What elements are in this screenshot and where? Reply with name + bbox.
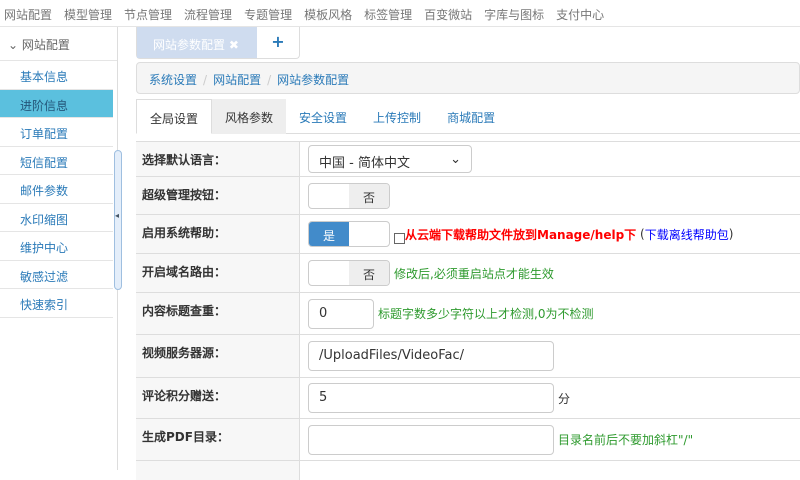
breadcrumb-item[interactable]: 系统设置 [149,73,197,87]
tab-security[interactable]: 安全设置 [286,99,360,134]
tab-upload[interactable]: 上传控制 [360,99,434,134]
hint: 目录名前后不要加斜杠"/" [558,433,694,447]
close-icon[interactable]: ✖ [229,38,239,52]
hint: 修改后,必须重启站点才能生效 [394,266,554,281]
tab-shop[interactable]: 商城配置 [434,99,508,134]
topnav-item[interactable]: 支付中心 [552,0,612,26]
label: 视频服务器源： [136,335,300,377]
topnav-item[interactable]: 网站配置 [0,0,60,26]
topnav-item[interactable]: 节点管理 [120,0,180,26]
label: 开启域名路由： [136,254,300,292]
download-help-checkbox[interactable] [394,232,405,244]
sidebar-item-advanced[interactable]: 进阶信息 [0,89,113,118]
page-tab-label: 网站参数配置 [153,38,226,52]
topnav-item[interactable]: 百变微站 [420,0,480,26]
video-server-input[interactable]: /UploadFiles/VideoFac/ [308,341,554,371]
label: 评论积分赠送： [136,378,300,418]
sidebar: ⌄ 网站配置 基本信息 进阶信息 订单配置 短信配置 邮件参数 水印缩图 维护中… [0,27,118,470]
language-select[interactable]: 中国 - 简体中文 ⌄ [308,145,472,173]
topnav-item[interactable]: 专题管理 [240,0,300,26]
label: 启用系统帮助： [136,215,300,253]
chevron-down-icon: ⌄ [8,38,22,52]
chevron-down-icon: ⌄ [450,152,461,167]
topnav-item[interactable]: 字库与图标 [480,0,552,26]
label: 超级管理按钮： [136,177,300,214]
label: 选择默认语言： [136,142,300,176]
pdf-dir-input[interactable] [308,424,554,455]
page-tabs: 网站参数配置 ✖ + [136,27,300,59]
sidebar-collapse-handle[interactable] [114,150,122,290]
sidebar-item-index[interactable]: 快速索引 [0,289,113,318]
settings-form: 选择默认语言： 中国 - 简体中文 ⌄ 超级管理按钮： 否 启用系统帮助： 是 从… [136,141,800,480]
sidebar-item-maintenance[interactable]: 维护中心 [0,232,113,261]
topnav-item[interactable]: 标签管理 [360,0,420,26]
sidebar-header-label: 网站配置 [21,38,70,52]
sidebar-item-basic[interactable]: 基本信息 [0,61,113,90]
settings-tabs: 全局设置 风格参数 安全设置 上传控制 商城配置 [136,99,800,134]
add-tab-button[interactable]: + [257,27,299,58]
topnav-item[interactable]: 流程管理 [180,0,240,26]
topnav-item[interactable]: 模板风格 [300,0,360,26]
unit: 分 [558,391,571,406]
sidebar-item-sms[interactable]: 短信配置 [0,147,113,175]
sidebar-item-filter[interactable]: 敏感过滤 [0,261,113,289]
topnav-item[interactable]: 模型管理 [60,0,120,26]
download-offline-help-link[interactable]: 下载离线帮助包 [645,226,729,243]
hint: 标题字数多少字符以上才检测,0为不检测 [378,307,594,321]
help-note: 从云端下载帮助文件放到Manage/help下 [405,227,637,242]
tab-global[interactable]: 全局设置 [136,99,213,134]
breadcrumb-item[interactable]: 网站配置 [213,73,261,87]
sidebar-item-watermark[interactable]: 水印缩图 [0,204,113,232]
sidebar-item-order[interactable]: 订单配置 [0,118,113,147]
sidebar-header[interactable]: ⌄ 网站配置 [0,27,117,61]
breadcrumb-item[interactable]: 网站参数配置 [277,73,349,87]
top-nav: 网站配置 模型管理 节点管理 流程管理 专题管理 模板风格 标签管理 百变微站 … [0,0,800,27]
label: 内容标题查重： [136,293,300,334]
sidebar-item-mail[interactable]: 邮件参数 [0,175,113,204]
breadcrumb: 系统设置 / 网站配置 / 网站参数配置 [136,62,800,94]
comment-points-input[interactable]: 5 [308,383,554,413]
tab-style[interactable]: 风格参数 [212,99,287,134]
super-admin-toggle[interactable]: 否 [308,182,390,209]
label: 生成PDF目录： [136,419,300,460]
title-check-input[interactable]: 0 [308,298,374,329]
domain-route-toggle[interactable]: 否 [308,260,390,286]
page-tab[interactable]: 网站参数配置 ✖ [137,27,257,58]
help-toggle[interactable]: 是 [308,221,390,247]
